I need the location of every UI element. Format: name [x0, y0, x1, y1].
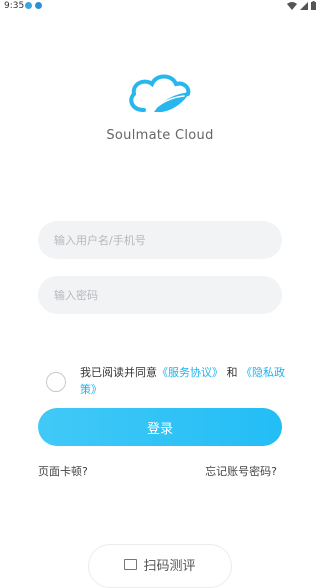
agreement-checkbox[interactable] — [46, 372, 66, 392]
wifi-icon — [287, 1, 297, 10]
signal-icon — [300, 1, 308, 10]
scan-icon — [124, 559, 138, 570]
service-agreement-link[interactable]: 《服务协议》 — [157, 366, 223, 379]
battery-icon — [311, 1, 316, 10]
cloud-hand-logo-icon — [129, 74, 191, 112]
status-time: 9:35 — [4, 1, 25, 11]
login-button[interactable]: 登录 — [38, 408, 282, 446]
agreement-prefix: 我已阅读并同意 — [80, 366, 157, 379]
scan-test-label: 扫码测评 — [143, 559, 196, 574]
page-stuck-link[interactable]: 页面卡顿? — [38, 463, 88, 479]
sync-notification-icon — [35, 2, 42, 9]
app-notification-icon — [25, 2, 32, 9]
scan-test-button[interactable]: 扫码测评 — [88, 544, 232, 588]
agreement-text: 我已阅读并同意《服务协议》 和 《隐私政策》 — [80, 364, 286, 398]
username-input[interactable] — [38, 221, 282, 259]
brand-name: Soulmate Cloud — [106, 128, 214, 143]
status-icons — [287, 1, 316, 10]
agreement-joiner: 和 — [226, 366, 238, 379]
password-input[interactable] — [38, 276, 282, 314]
forgot-password-link[interactable]: 忘记账号密码? — [205, 463, 277, 479]
status-bar: 9:35 — [0, 0, 320, 14]
scan-test-content: 扫码测评 — [89, 555, 231, 574]
